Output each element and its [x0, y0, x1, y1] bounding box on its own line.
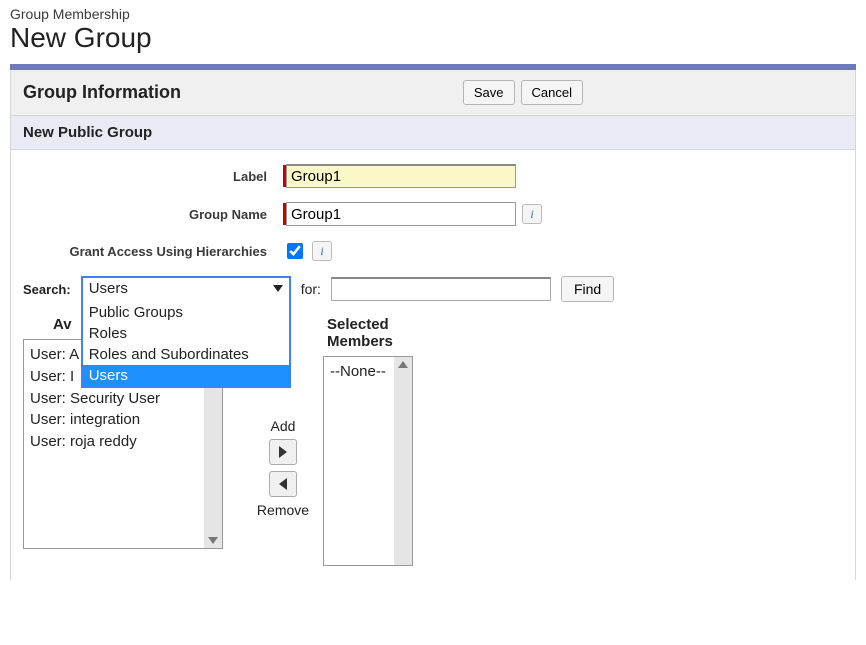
- search-type-dropdown: Public Groups Roles Roles and Subordinat…: [81, 302, 291, 388]
- page-title: New Group: [10, 22, 856, 54]
- option-users[interactable]: Users: [83, 365, 289, 386]
- search-type-select[interactable]: Users: [81, 276, 291, 302]
- section-title: Group Information: [23, 82, 181, 103]
- info-icon[interactable]: i: [312, 241, 332, 261]
- add-label: Add: [271, 418, 296, 434]
- find-button[interactable]: Find: [561, 276, 614, 302]
- scroll-down-icon: [208, 537, 218, 544]
- list-item[interactable]: User: Security User: [30, 388, 198, 410]
- hierarchies-label: Grant Access Using Hierarchies: [23, 244, 283, 259]
- option-public-groups[interactable]: Public Groups: [83, 302, 289, 323]
- search-label: Search:: [23, 282, 71, 297]
- option-roles-subordinates[interactable]: Roles and Subordinates: [83, 344, 289, 365]
- label-field-label: Label: [23, 169, 283, 184]
- list-item[interactable]: User: integration: [30, 409, 198, 431]
- search-for-input[interactable]: [331, 277, 551, 301]
- add-button[interactable]: [269, 439, 297, 465]
- hierarchies-checkbox[interactable]: [287, 243, 303, 259]
- chevron-down-icon: [273, 285, 283, 292]
- breadcrumb: Group Membership: [10, 6, 856, 22]
- arrow-left-icon: [279, 478, 287, 490]
- label-input[interactable]: [286, 164, 516, 188]
- selected-members-header: Selected Members: [327, 316, 443, 350]
- for-label: for:: [301, 281, 321, 297]
- search-type-selected: Users: [89, 280, 128, 297]
- scrollbar[interactable]: [394, 357, 412, 565]
- cancel-button[interactable]: Cancel: [521, 80, 583, 105]
- remove-button[interactable]: [269, 471, 297, 497]
- list-item[interactable]: --None--: [330, 361, 388, 383]
- save-button[interactable]: Save: [463, 80, 515, 105]
- option-roles[interactable]: Roles: [83, 323, 289, 344]
- group-name-label: Group Name: [23, 207, 283, 222]
- scroll-up-icon: [398, 361, 408, 368]
- arrow-right-icon: [279, 446, 287, 458]
- group-name-input[interactable]: [286, 202, 516, 226]
- info-icon[interactable]: i: [522, 204, 542, 224]
- remove-label: Remove: [257, 502, 309, 518]
- selected-members-listbox[interactable]: --None--: [323, 356, 413, 566]
- list-item[interactable]: User: roja reddy: [30, 431, 198, 453]
- sub-section-title: New Public Group: [10, 116, 856, 150]
